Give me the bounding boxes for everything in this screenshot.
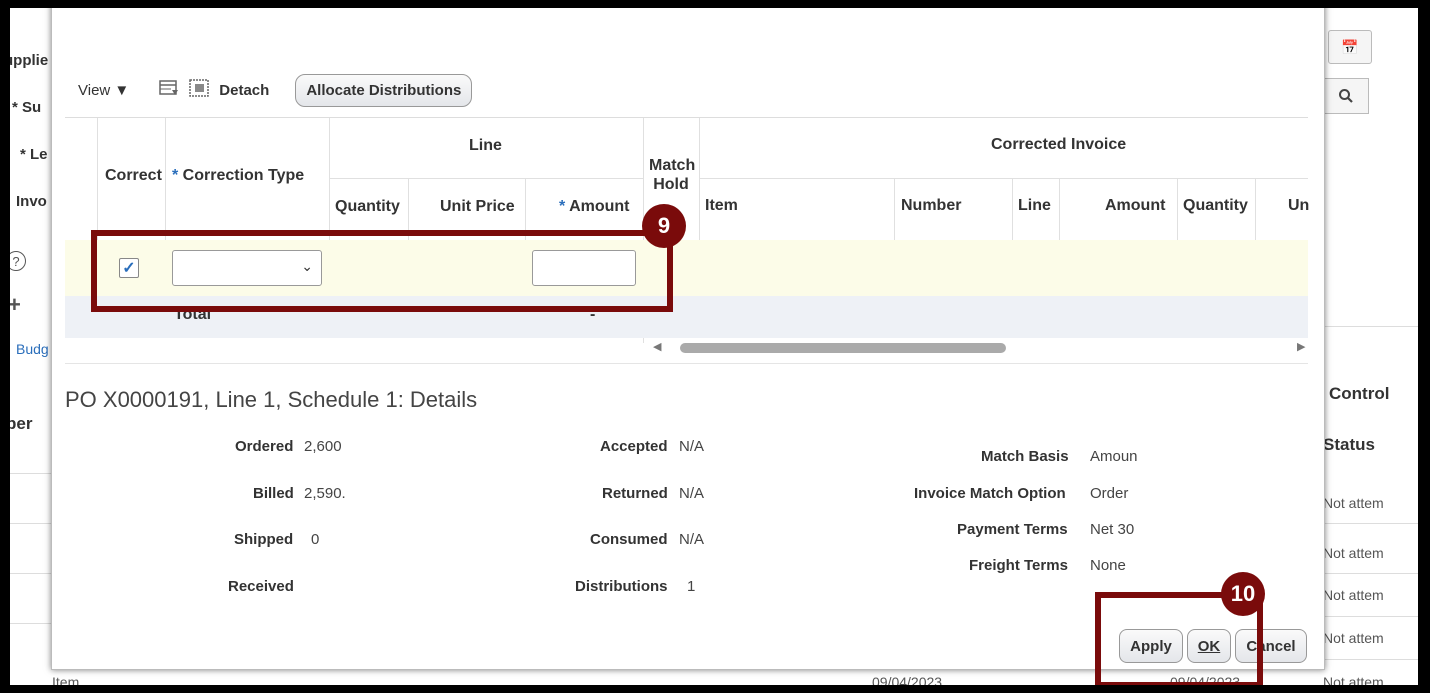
bg-bottom-date: 09/04/2023 [872,674,943,685]
add-icon[interactable]: + [10,292,21,318]
search-icon[interactable] [1323,78,1369,114]
screen-frame: upplie * Su * Le Invo ? + Budg ber 📅 Con… [10,8,1418,685]
detail-value: Order [1090,485,1129,502]
detail-value: 2,590. [304,485,346,502]
callout-box-step-9 [91,230,673,312]
detail-value: Net 30 [1090,521,1135,538]
view-label: View [78,81,111,99]
col-item: Item [705,197,738,214]
col-amount: * Amount [559,198,630,215]
bg-bottom-item: Item [52,674,80,685]
col-quantity: Quantity [335,198,400,215]
detail-value: N/A [679,531,705,548]
bg-status-cell: Not attem [1323,674,1384,685]
detach-icon[interactable] [189,78,210,102]
allocate-distributions-button[interactable]: Allocate Distributions [295,73,473,107]
detail-label: Freight Terms [969,557,1068,574]
scroll-left-icon[interactable]: ◀ [653,340,661,353]
table-toolbar: View ▼ Detach Allocate Distributions [78,73,473,107]
col-group-line: Line [469,137,502,154]
detail-label: Consumed [590,531,668,548]
view-menu[interactable]: View ▼ [78,82,129,99]
col-line: Line [1018,197,1051,214]
bg-label-le: * Le [20,146,48,163]
bg-control-header: Control [1329,384,1390,403]
detail-label: Returned [602,485,668,502]
col-number: Number [901,197,962,214]
col-ci-quantity: Quantity [1183,197,1248,214]
col-ci-unit: Un [1288,197,1310,214]
detail-value: Amoun [1090,448,1138,465]
detail-value: 0 [311,531,320,548]
detail-label: Ordered [235,438,294,455]
bg-label-su: * Su [12,99,42,116]
freeze-columns-icon[interactable] [159,79,179,102]
bg-label-supplier: upplie [10,52,49,69]
detail-label: Shipped [234,531,294,548]
divider [65,363,1308,364]
col-correction-type: * Correction Type [172,167,305,184]
bg-status-cell: Not attem [1323,545,1384,561]
bg-status-cell: Not attem [1323,630,1384,646]
bg-budget-link[interactable]: Budg [16,341,49,357]
detach-button[interactable]: Detach [219,82,269,99]
col-group-corrected-invoice: Corrected Invoice [991,136,1127,153]
help-icon[interactable]: ? [10,251,26,271]
col-match-hold: Match Hold [649,157,696,193]
scrollbar-thumb[interactable] [680,343,1006,353]
horizontal-scrollbar[interactable]: ◀ ▶ [65,340,1308,356]
detail-value: 1 [687,578,696,595]
detail-value: 2,600 [304,438,342,455]
bg-status-header: Status [1323,435,1375,454]
scroll-right-icon[interactable]: ▶ [1297,340,1305,353]
detail-value: N/A [679,438,705,455]
detail-value: None [1090,557,1126,574]
caret-down-icon: ▼ [114,81,130,99]
bg-status-cell: Not attem [1323,495,1384,511]
col-ci-amount: Amount [1105,197,1166,214]
po-details-dialog: View ▼ Detach Allocate Distributions Cor… [51,8,1325,670]
col-correct: Correct [105,167,162,184]
details-title: PO X0000191, Line 1, Schedule 1: Details [65,387,478,412]
detail-label: Invoice Match Option [914,485,1066,502]
step-badge-10: 10 [1221,572,1265,616]
detail-value: N/A [679,485,705,502]
detail-label: Match Basis [981,448,1069,465]
correction-table-header: Correct * Correction Type Line Quantity … [65,117,1310,343]
detail-label: Billed [253,485,294,502]
detail-label: Distributions [575,578,668,595]
bg-label-invo: Invo [16,193,47,210]
detail-label: Payment Terms [957,521,1068,538]
calendar-icon[interactable]: 📅 [1328,30,1372,64]
step-badge-9: 9 [642,204,686,248]
col-unit-price: Unit Price [440,198,515,215]
detail-label: Accepted [600,438,668,455]
detail-label: Received [228,578,294,595]
bg-number-header: ber [10,414,33,433]
bg-status-cell: Not attem [1323,587,1384,603]
